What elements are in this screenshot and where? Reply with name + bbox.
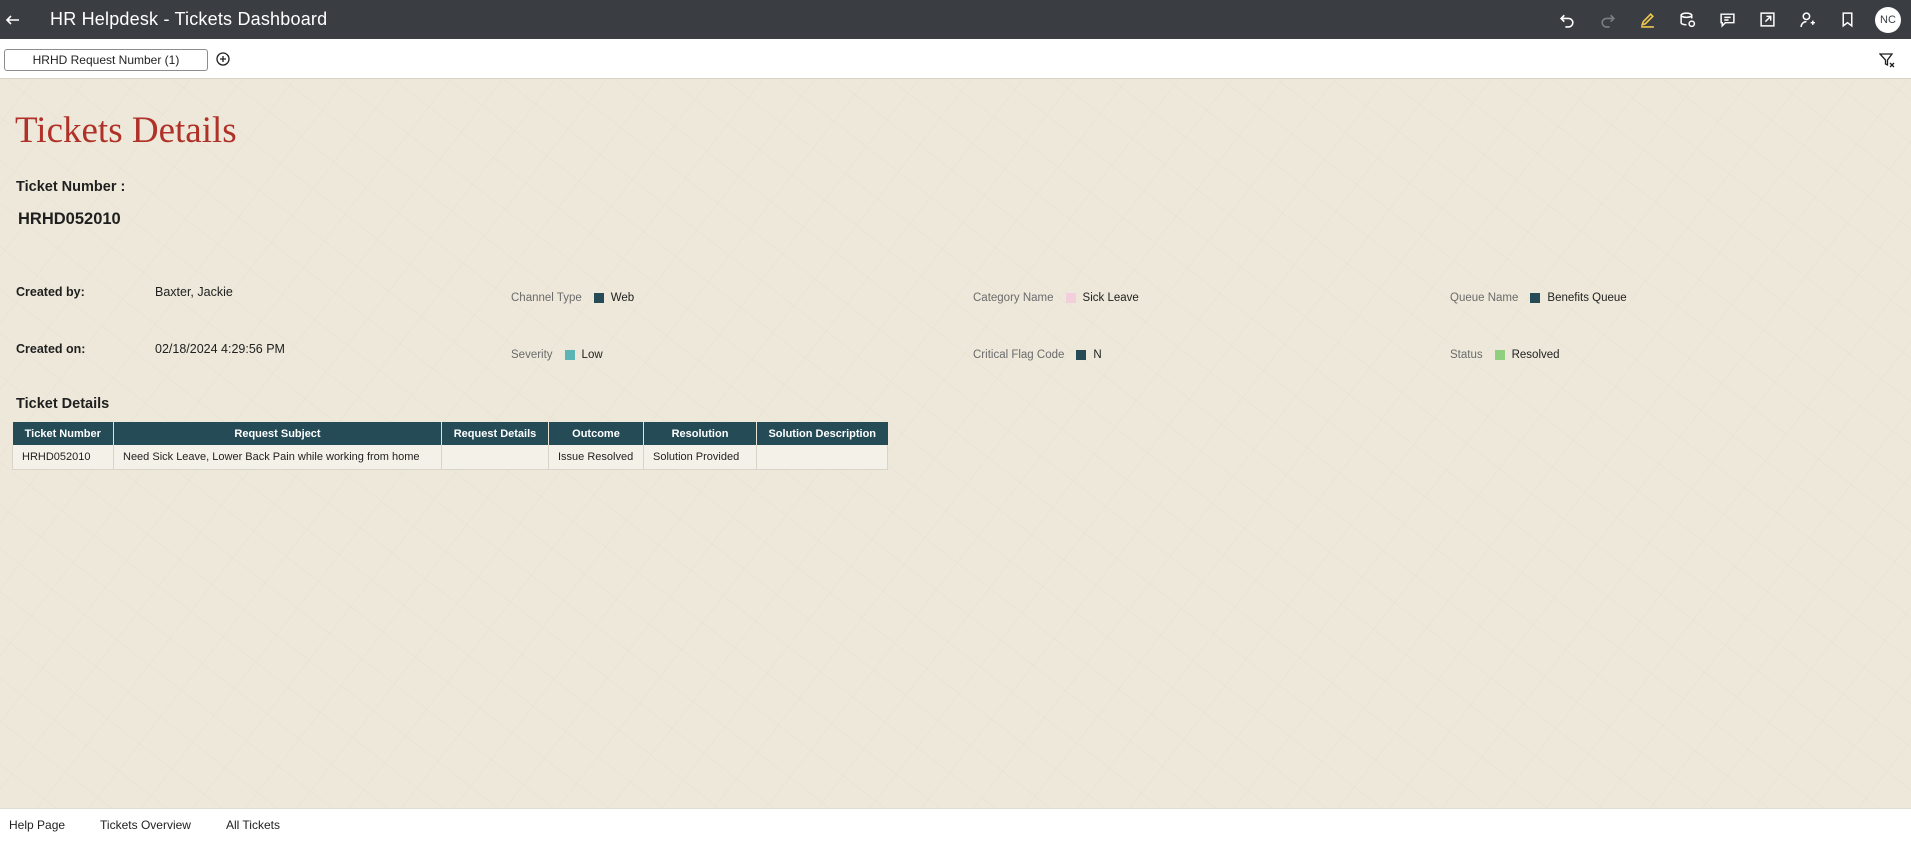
- channel-type-label: Channel Type: [511, 292, 582, 304]
- column-header-resolution[interactable]: Resolution: [643, 422, 757, 445]
- created-on-value: 02/18/2024 4:29:56 PM: [155, 342, 285, 356]
- critical-flag-swatch: [1076, 350, 1087, 360]
- created-on-label: Created on:: [16, 342, 86, 356]
- undo-icon[interactable]: [1547, 0, 1587, 39]
- severity-swatch: [564, 350, 575, 360]
- ticket-number-label: Ticket Number :: [16, 179, 126, 195]
- status-value: Resolved: [1511, 349, 1560, 361]
- critical-flag-label: Critical Flag Code: [973, 349, 1065, 361]
- severity-attribute: Severity Low: [511, 349, 603, 361]
- channel-type-swatch: [593, 293, 604, 303]
- category-name-label: Category Name: [973, 292, 1054, 304]
- column-header-solution-description[interactable]: Solution Description: [756, 422, 888, 445]
- filter-bar: HRHD Request Number (1): [0, 39, 1911, 79]
- status-attribute: Status Resolved: [1450, 349, 1560, 361]
- edit-icon[interactable]: [1627, 0, 1667, 39]
- bottom-tab-tickets-overview[interactable]: Tickets Overview: [100, 818, 191, 832]
- bottom-tab-bar: Help Page Tickets Overview All Tickets: [0, 808, 1911, 841]
- filter-icon[interactable]: [1878, 52, 1895, 68]
- filter-tab[interactable]: HRHD Request Number (1): [4, 49, 208, 71]
- severity-value: Low: [581, 349, 603, 361]
- data-icon[interactable]: [1667, 0, 1707, 39]
- cell-solution-description: [756, 445, 888, 470]
- export-icon[interactable]: [1747, 0, 1787, 39]
- queue-name-label: Queue Name: [1450, 292, 1519, 304]
- bookmark-icon[interactable]: [1827, 0, 1867, 39]
- comment-icon[interactable]: [1707, 0, 1747, 39]
- app-title: HR Helpdesk - Tickets Dashboard: [50, 9, 328, 29]
- severity-label: Severity: [511, 349, 553, 361]
- status-label: Status: [1450, 349, 1483, 361]
- ticket-details-table: Ticket Number Request Subject Request De…: [12, 422, 888, 470]
- bottom-tab-help-page[interactable]: Help Page: [9, 818, 65, 832]
- cell-outcome: Issue Resolved: [548, 445, 644, 470]
- queue-name-value: Benefits Queue: [1547, 292, 1627, 304]
- channel-type-attribute: Channel Type Web: [511, 292, 634, 304]
- category-name-value: Sick Leave: [1082, 292, 1139, 304]
- cell-request-subject: Need Sick Leave, Lower Back Pain while w…: [113, 445, 442, 470]
- channel-type-value: Web: [610, 292, 635, 304]
- table-row[interactable]: HRHD052010 Need Sick Leave, Lower Back P…: [12, 445, 888, 470]
- column-header-request-subject[interactable]: Request Subject: [113, 422, 442, 445]
- bottom-tab-all-tickets[interactable]: All Tickets: [226, 818, 280, 832]
- page-title: Tickets Details: [15, 110, 237, 151]
- cell-request-details: [441, 445, 549, 470]
- cell-ticket-number: HRHD052010: [12, 445, 114, 470]
- avatar[interactable]: NC: [1875, 6, 1901, 33]
- top-bar: HR Helpdesk - Tickets Dashboard NC: [0, 0, 1911, 39]
- table-header-row: Ticket Number Request Subject Request De…: [12, 422, 888, 445]
- dashboard-canvas: Tickets Details Ticket Number : HRHD0520…: [0, 80, 1911, 808]
- add-circle-icon[interactable]: [215, 51, 231, 67]
- category-name-attribute: Category Name Sick Leave: [973, 292, 1139, 304]
- queue-name-swatch: [1530, 293, 1541, 303]
- redo-icon[interactable]: [1587, 0, 1627, 39]
- user-share-icon[interactable]: [1787, 0, 1827, 39]
- column-header-request-details[interactable]: Request Details: [441, 422, 549, 445]
- status-swatch: [1494, 350, 1505, 360]
- column-header-outcome[interactable]: Outcome: [548, 422, 644, 445]
- category-name-swatch: [1065, 293, 1076, 303]
- created-by-label: Created by:: [16, 285, 85, 299]
- column-header-ticket-number[interactable]: Ticket Number: [12, 422, 114, 445]
- cell-resolution: Solution Provided: [643, 445, 757, 470]
- ticket-details-title: Ticket Details: [16, 396, 110, 412]
- critical-flag-value: N: [1093, 349, 1102, 361]
- ticket-number-value: HRHD052010: [18, 210, 121, 228]
- critical-flag-attribute: Critical Flag Code N: [973, 349, 1102, 361]
- toolbar: NC: [1547, 0, 1901, 39]
- queue-name-attribute: Queue Name Benefits Queue: [1450, 292, 1627, 304]
- back-arrow-icon[interactable]: [0, 0, 26, 39]
- created-by-value: Baxter, Jackie: [155, 285, 233, 299]
